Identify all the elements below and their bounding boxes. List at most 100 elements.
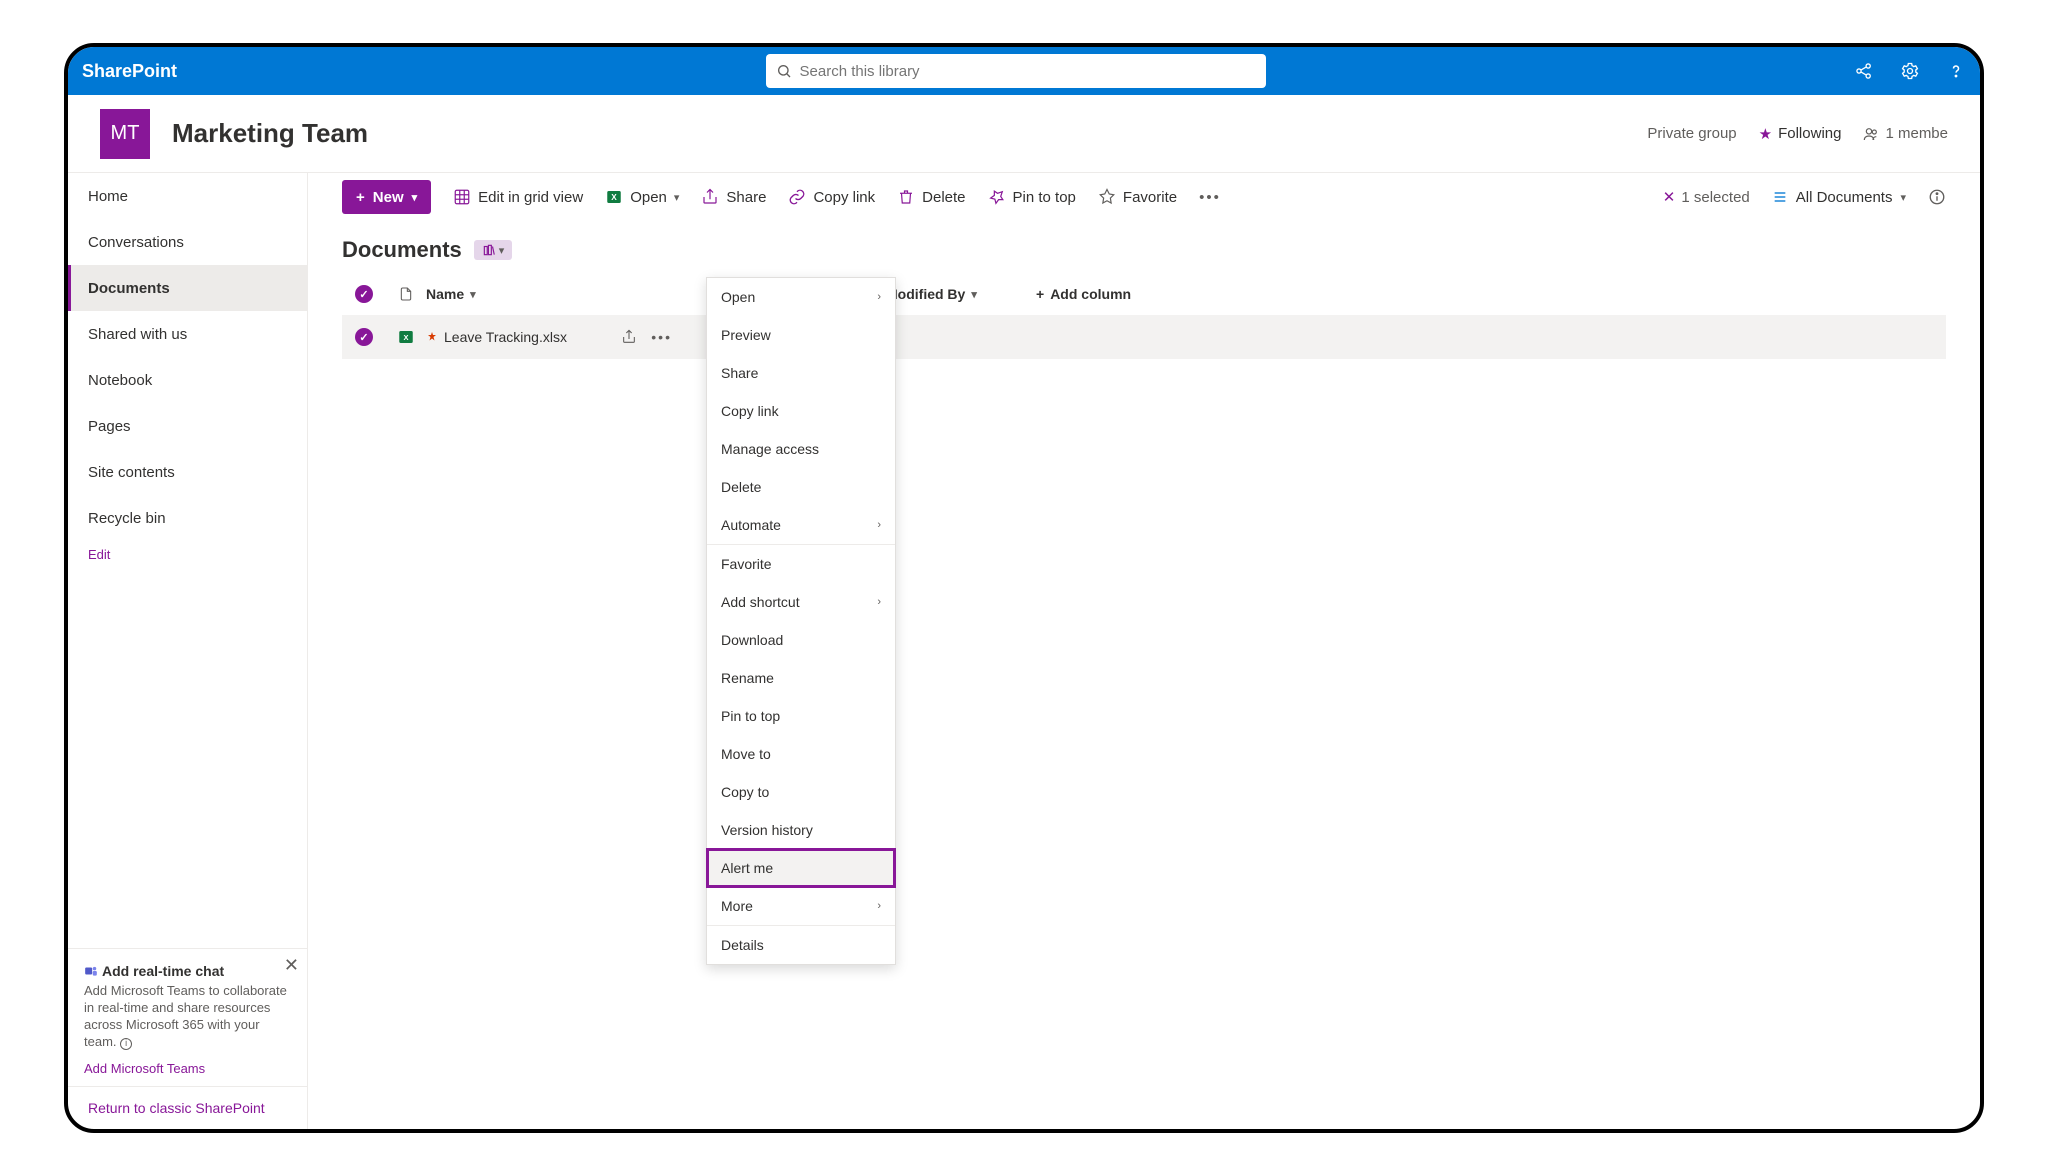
site-header: MT Marketing Team Private group ★ Follow…	[68, 95, 1980, 173]
link-icon	[788, 188, 806, 206]
search-box[interactable]	[766, 54, 1266, 88]
delete-button[interactable]: Delete	[897, 188, 965, 206]
info-icon[interactable]	[1928, 188, 1946, 206]
library-title: Documents	[342, 237, 462, 263]
search-input[interactable]	[800, 63, 1256, 80]
edit-grid-button[interactable]: Edit in grid view	[453, 188, 583, 206]
column-modified-by[interactable]: Modified By▾	[886, 286, 1036, 302]
settings-icon[interactable]	[1900, 61, 1920, 81]
menu-automate[interactable]: Automate›	[707, 506, 895, 544]
list-icon	[1772, 189, 1788, 205]
menu-move-to[interactable]: Move to	[707, 735, 895, 773]
library-view-icon-button[interactable]: ▾	[474, 240, 513, 260]
nav-pages[interactable]: Pages	[68, 403, 307, 449]
new-button[interactable]: + New ▾	[342, 180, 431, 214]
following-button[interactable]: ★ Following	[1759, 125, 1842, 143]
info-icon[interactable]: i	[120, 1038, 132, 1050]
nav-conversations[interactable]: Conversations	[68, 219, 307, 265]
promo-text: Add Microsoft Teams to collaborate in re…	[84, 983, 291, 1051]
menu-pin-to-top[interactable]: Pin to top	[707, 697, 895, 735]
more-row-icon[interactable]: •••	[651, 329, 672, 345]
members-count[interactable]: 1 membe	[1863, 125, 1948, 142]
chevron-right-icon: ›	[877, 291, 881, 303]
table-row[interactable]: X Leave Tracking.xlsx ••• laudia	[342, 315, 1946, 359]
menu-preview[interactable]: Preview	[707, 316, 895, 354]
chevron-down-icon: ▾	[412, 191, 418, 204]
menu-share[interactable]: Share	[707, 354, 895, 392]
menu-more[interactable]: More›	[707, 887, 895, 925]
help-icon[interactable]	[1946, 61, 1966, 81]
share-site-icon[interactable]	[1854, 61, 1874, 81]
chevron-down-icon: ▾	[971, 288, 977, 301]
star-icon: ★	[1759, 125, 1772, 143]
nav-edit-link[interactable]: Edit	[68, 541, 307, 568]
share-button[interactable]: Share	[701, 188, 766, 206]
site-logo[interactable]: MT	[100, 109, 150, 159]
members-icon	[1863, 126, 1879, 142]
menu-add-shortcut[interactable]: Add shortcut›	[707, 583, 895, 621]
menu-manage-access[interactable]: Manage access	[707, 430, 895, 468]
nav-sitecontents[interactable]: Site contents	[68, 449, 307, 495]
excel-file-icon: X	[397, 328, 415, 346]
nav-documents[interactable]: Documents	[68, 265, 307, 311]
nav-recyclebin[interactable]: Recycle bin	[68, 495, 307, 541]
chevron-down-icon: ▾	[499, 244, 505, 257]
add-teams-link[interactable]: Add Microsoft Teams	[84, 1061, 291, 1076]
menu-details[interactable]: Details	[707, 926, 895, 964]
chevron-down-icon: ▾	[674, 191, 680, 204]
table-header: Name▾ Modified By▾ +Add column	[342, 273, 1946, 315]
view-switcher[interactable]: All Documents ▾	[1772, 189, 1906, 206]
row-checkbox[interactable]	[355, 328, 373, 346]
add-column-button[interactable]: +Add column	[1036, 286, 1131, 302]
context-menu: Open› Preview Share Copy link Manage acc…	[706, 277, 896, 965]
brand-label[interactable]: SharePoint	[82, 61, 177, 82]
share-row-icon[interactable]	[621, 329, 637, 345]
pin-icon	[988, 188, 1006, 206]
menu-delete[interactable]: Delete	[707, 468, 895, 506]
close-icon[interactable]: ✕	[284, 955, 299, 976]
share-icon	[701, 188, 719, 206]
favorite-button[interactable]: Favorite	[1098, 188, 1177, 206]
teams-icon	[84, 964, 98, 978]
svg-text:X: X	[403, 333, 408, 342]
chevron-right-icon: ›	[877, 519, 881, 531]
column-name[interactable]: Name▾	[426, 286, 716, 302]
svg-text:X: X	[611, 193, 617, 202]
grid-icon	[453, 188, 471, 206]
command-bar: + New ▾ Edit in grid view X Open ▾ Share	[308, 173, 1980, 221]
sidebar: Home Conversations Documents Shared with…	[68, 173, 308, 1129]
file-name[interactable]: Leave Tracking.xlsx	[444, 329, 567, 345]
nav-shared[interactable]: Shared with us	[68, 311, 307, 357]
more-button[interactable]: •••	[1199, 189, 1221, 206]
new-indicator-icon	[426, 331, 438, 343]
copy-link-button[interactable]: Copy link	[788, 188, 875, 206]
open-button[interactable]: X Open ▾	[605, 188, 679, 206]
star-outline-icon	[1098, 188, 1116, 206]
folder-stack-icon	[482, 243, 496, 257]
selection-count[interactable]: ✕ 1 selected	[1663, 188, 1750, 206]
menu-version-history[interactable]: Version history	[707, 811, 895, 849]
nav-notebook[interactable]: Notebook	[68, 357, 307, 403]
menu-favorite[interactable]: Favorite	[707, 545, 895, 583]
menu-copy-link[interactable]: Copy link	[707, 392, 895, 430]
chevron-down-icon: ▾	[1900, 191, 1906, 204]
chevron-down-icon: ▾	[470, 288, 476, 301]
select-all-checkbox[interactable]	[355, 285, 373, 303]
app-frame: SharePoint MT Marketing Team Private gro…	[64, 43, 1984, 1133]
nav-home[interactable]: Home	[68, 173, 307, 219]
teams-promo: ✕ Add real-time chat Add Microsoft Teams…	[68, 948, 307, 1086]
menu-download[interactable]: Download	[707, 621, 895, 659]
site-title[interactable]: Marketing Team	[172, 118, 1647, 149]
file-type-icon[interactable]	[398, 286, 414, 302]
menu-copy-to[interactable]: Copy to	[707, 773, 895, 811]
privacy-label: Private group	[1647, 125, 1736, 142]
menu-alert-me[interactable]: Alert me	[707, 849, 895, 887]
clear-selection-icon[interactable]: ✕	[1663, 188, 1676, 206]
suite-bar: SharePoint	[68, 47, 1980, 95]
classic-link[interactable]: Return to classic SharePoint	[68, 1086, 307, 1129]
menu-rename[interactable]: Rename	[707, 659, 895, 697]
pin-button[interactable]: Pin to top	[988, 188, 1076, 206]
menu-open[interactable]: Open›	[707, 278, 895, 316]
search-icon	[776, 63, 792, 79]
plus-icon: +	[1036, 286, 1044, 302]
